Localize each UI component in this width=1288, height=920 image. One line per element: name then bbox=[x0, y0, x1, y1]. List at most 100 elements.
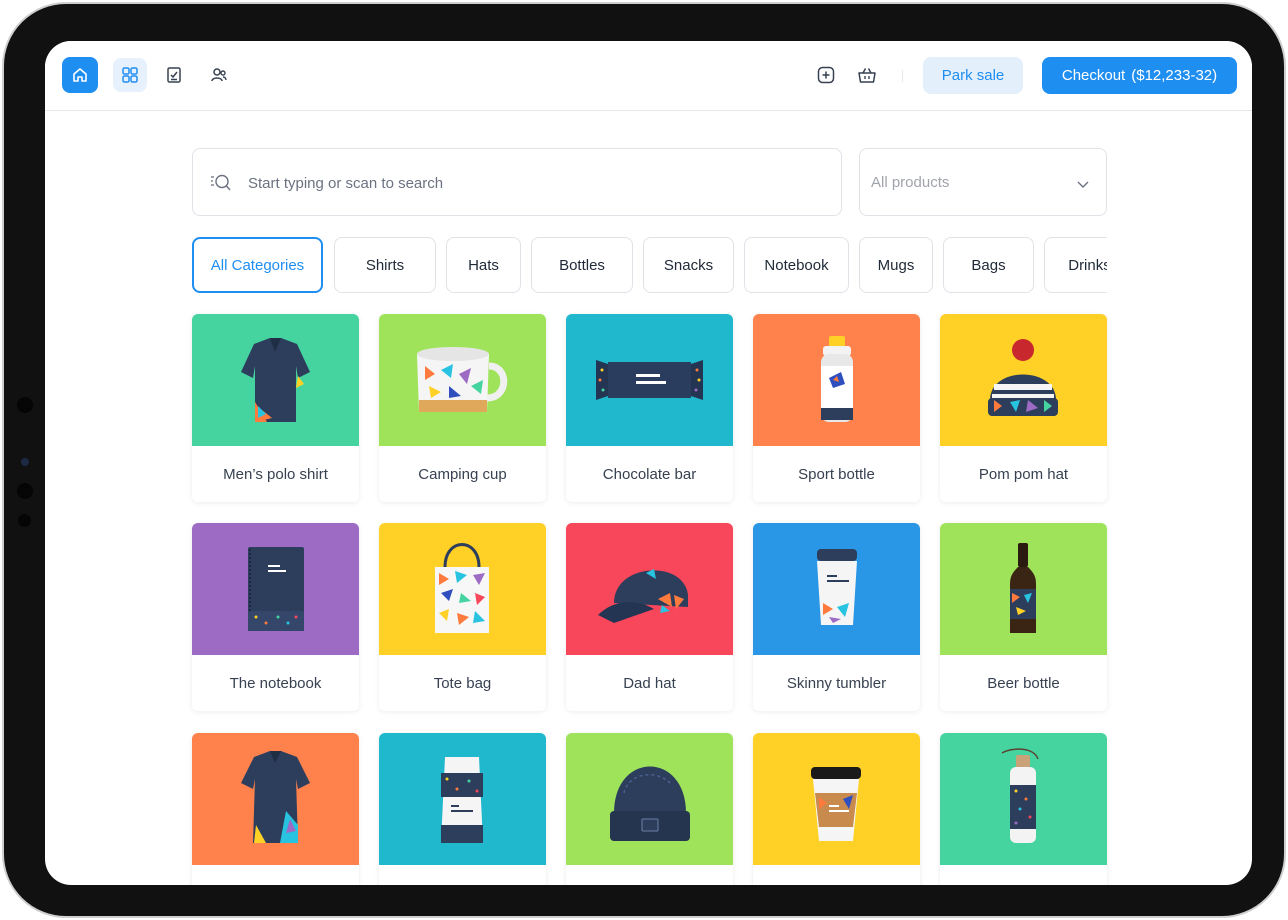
product-name: Pom pom hat bbox=[978, 465, 1069, 483]
category-tabs: All Categories Shirts Hats Bottles Snack… bbox=[192, 237, 1107, 294]
product-image bbox=[940, 733, 1107, 865]
add-item-button[interactable] bbox=[810, 59, 842, 91]
product-card[interactable] bbox=[753, 733, 920, 885]
tab-bottles[interactable]: Bottles bbox=[531, 237, 633, 293]
product-image bbox=[753, 733, 920, 865]
product-card[interactable]: The notebook bbox=[192, 523, 359, 711]
knit-hat-icon bbox=[566, 733, 733, 865]
tab-hats[interactable]: Hats bbox=[446, 237, 521, 293]
product-card[interactable]: Skinny tumbler bbox=[753, 523, 920, 711]
add-item-icon bbox=[817, 66, 835, 84]
product-name: Skinny tumbler bbox=[786, 674, 887, 692]
search-icon bbox=[211, 174, 231, 191]
product-filter-dropdown[interactable]: All products bbox=[859, 148, 1107, 216]
home-icon bbox=[73, 68, 87, 82]
product-card[interactable]: Men’s polo shirt bbox=[192, 314, 359, 502]
basket-button[interactable] bbox=[851, 59, 883, 91]
home-button[interactable] bbox=[62, 57, 98, 93]
sensor-icon bbox=[17, 483, 33, 499]
search-input[interactable] bbox=[248, 171, 808, 195]
camera-icon bbox=[17, 397, 33, 413]
tab-bags[interactable]: Bags bbox=[943, 237, 1034, 293]
product-image bbox=[940, 314, 1107, 446]
product-name: Men’s polo shirt bbox=[223, 465, 328, 483]
checklist-icon bbox=[167, 67, 181, 83]
tab-mugs[interactable]: Mugs bbox=[859, 237, 933, 293]
product-name: Chocolate bar bbox=[602, 465, 697, 483]
product-card[interactable] bbox=[940, 733, 1107, 885]
product-image bbox=[379, 523, 546, 655]
product-image bbox=[566, 314, 733, 446]
chevron-down-icon bbox=[1077, 181, 1089, 188]
tab-snacks[interactable]: Snacks bbox=[643, 237, 734, 293]
checkout-label: Checkout bbox=[1061, 67, 1126, 84]
tab-notebook[interactable]: Notebook bbox=[744, 237, 849, 293]
womens-polo-icon bbox=[192, 733, 359, 865]
tab-drinks[interactable]: Drinks bbox=[1044, 237, 1107, 293]
tab-shirts[interactable]: Shirts bbox=[334, 237, 436, 293]
products-grid-button[interactable] bbox=[113, 58, 147, 92]
product-image bbox=[753, 523, 920, 655]
tumbler-icon bbox=[753, 523, 920, 655]
product-image bbox=[379, 314, 546, 446]
top-toolbar: Park sale Checkout ($12,233-32) bbox=[45, 41, 1252, 111]
product-card[interactable] bbox=[379, 733, 546, 885]
product-name: Camping cup bbox=[418, 465, 507, 483]
notebook-icon bbox=[192, 523, 359, 655]
sport-bottle-icon bbox=[753, 314, 920, 446]
product-image bbox=[192, 314, 359, 446]
product-card[interactable]: Dad hat bbox=[566, 523, 733, 711]
beanie-icon bbox=[940, 314, 1107, 446]
product-card[interactable]: Chocolate bar bbox=[566, 314, 733, 502]
toolbar-divider bbox=[902, 70, 903, 82]
filter-selected-value: All products bbox=[871, 174, 950, 191]
orders-button[interactable] bbox=[157, 58, 191, 92]
product-name: The notebook bbox=[229, 674, 322, 692]
product-name bbox=[379, 865, 546, 885]
product-card[interactable]: Pom pom hat bbox=[940, 314, 1107, 502]
product-image bbox=[566, 523, 733, 655]
beer-bottle-icon bbox=[940, 523, 1107, 655]
coffee-bag-icon bbox=[379, 733, 546, 865]
coffee-cup-icon bbox=[753, 733, 920, 865]
product-name: Dad hat bbox=[623, 674, 676, 692]
product-name: Beer bottle bbox=[987, 674, 1060, 692]
product-name: Sport bottle bbox=[798, 465, 875, 483]
product-image bbox=[940, 523, 1107, 655]
tablet-frame: Park sale Checkout ($12,233-32) All prod… bbox=[2, 2, 1286, 918]
product-card[interactable] bbox=[566, 733, 733, 885]
tab-all-categories[interactable]: All Categories bbox=[192, 237, 323, 293]
product-card[interactable] bbox=[192, 733, 359, 885]
product-image bbox=[753, 314, 920, 446]
lens-icon bbox=[21, 458, 29, 466]
product-card[interactable]: Camping cup bbox=[379, 314, 546, 502]
checkout-button[interactable]: Checkout ($12,233-32) bbox=[1042, 57, 1237, 94]
basket-icon bbox=[858, 68, 876, 83]
product-name bbox=[940, 865, 1107, 885]
cap-icon bbox=[566, 523, 733, 655]
product-image bbox=[379, 733, 546, 865]
app-screen: Park sale Checkout ($12,233-32) All prod… bbox=[45, 41, 1252, 885]
customers-button[interactable] bbox=[202, 58, 236, 92]
grid-icon bbox=[122, 67, 138, 83]
product-name bbox=[753, 865, 920, 885]
product-image bbox=[192, 733, 359, 865]
product-card[interactable]: Sport bottle bbox=[753, 314, 920, 502]
product-image bbox=[566, 733, 733, 865]
product-name bbox=[566, 865, 733, 885]
polo-shirt-icon bbox=[192, 314, 359, 446]
product-card[interactable]: Tote bag bbox=[379, 523, 546, 711]
tote-bag-icon bbox=[379, 523, 546, 655]
product-name bbox=[192, 865, 359, 885]
search-box[interactable] bbox=[192, 148, 842, 216]
product-image bbox=[192, 523, 359, 655]
product-card[interactable]: Beer bottle bbox=[940, 523, 1107, 711]
water-bottle-icon bbox=[940, 733, 1107, 865]
users-icon bbox=[211, 68, 227, 82]
chocolate-bar-icon bbox=[566, 314, 733, 446]
product-name: Tote bag bbox=[433, 674, 492, 692]
checkout-amount: ($12,233-32) bbox=[1131, 67, 1218, 84]
mug-icon bbox=[379, 314, 546, 446]
park-sale-button[interactable]: Park sale bbox=[923, 57, 1023, 94]
sensor-icon bbox=[18, 514, 31, 527]
